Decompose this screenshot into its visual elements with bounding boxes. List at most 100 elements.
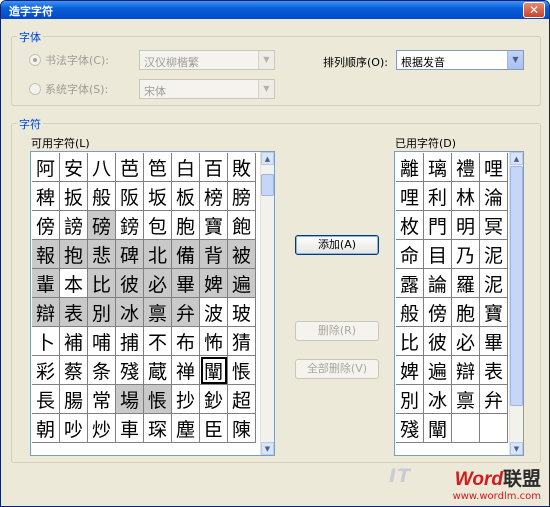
available-char-cell[interactable]: 超 <box>228 385 256 414</box>
available-char-cell[interactable]: 波 <box>200 298 228 327</box>
available-char-cell[interactable]: 吵 <box>60 414 88 443</box>
used-char-cell[interactable]: 目 <box>424 240 452 269</box>
used-char-cell[interactable]: 哩 <box>480 153 508 182</box>
used-char-cell[interactable]: 表 <box>480 356 508 385</box>
available-char-cell[interactable]: 別 <box>88 298 116 327</box>
used-char-cell[interactable]: 冥 <box>480 211 508 240</box>
available-char-cell[interactable]: 胞 <box>172 211 200 240</box>
title-bar[interactable]: 造字字符 ✕ <box>1 1 549 19</box>
used-char-cell[interactable]: 門 <box>424 211 452 240</box>
available-char-cell[interactable]: 炒 <box>88 414 116 443</box>
available-char-cell[interactable]: 扳 <box>60 182 88 211</box>
used-char-cell[interactable]: 別 <box>396 385 424 414</box>
available-char-cell[interactable]: 傍 <box>32 211 60 240</box>
available-char-cell[interactable]: 鎊 <box>116 211 144 240</box>
available-char-cell[interactable]: 安 <box>60 153 88 182</box>
available-char-cell[interactable]: 条 <box>88 356 116 385</box>
available-char-cell[interactable]: 表 <box>60 298 88 327</box>
available-char-cell[interactable]: 場 <box>116 385 144 414</box>
delete-button[interactable]: 删除(R) <box>295 321 379 341</box>
used-char-cell[interactable]: 哩 <box>396 182 424 211</box>
available-char-cell[interactable]: 般 <box>88 182 116 211</box>
available-char-cell[interactable]: 悲 <box>88 240 116 269</box>
scroll-down-icon[interactable]: ▼ <box>510 442 523 455</box>
used-char-cell[interactable]: 璃 <box>424 153 452 182</box>
available-char-cell[interactable]: 謗 <box>60 211 88 240</box>
available-char-cell[interactable]: 榜 <box>200 182 228 211</box>
available-char-cell[interactable]: 板 <box>172 182 200 211</box>
available-char-cell[interactable]: 抱 <box>60 240 88 269</box>
scroll-thumb[interactable] <box>510 166 523 406</box>
available-char-cell[interactable]: 蔡 <box>60 356 88 385</box>
used-char-cell[interactable]: 枚 <box>396 211 424 240</box>
available-chars-list[interactable]: 阿安八芭笆白百敗稗扳般阪坂板榜膀傍謗磅鎊包胞寶飽報抱悲碑北備背被輩本比彼必畢婢遍… <box>30 151 275 456</box>
available-char-cell[interactable]: 辯 <box>32 298 60 327</box>
available-char-cell[interactable]: 敗 <box>228 153 256 182</box>
available-char-cell[interactable]: 輩 <box>32 269 60 298</box>
used-char-cell[interactable]: 利 <box>424 182 452 211</box>
available-char-cell[interactable]: 弁 <box>172 298 200 327</box>
available-char-cell[interactable]: 碑 <box>116 240 144 269</box>
available-char-cell[interactable]: 不 <box>144 327 172 356</box>
available-char-cell[interactable]: 北 <box>144 240 172 269</box>
available-char-cell[interactable]: 笆 <box>144 153 172 182</box>
calligraphy-font-radio[interactable]: 书法字体(C): <box>29 52 109 68</box>
available-char-cell[interactable]: 常 <box>88 385 116 414</box>
available-char-cell[interactable]: 備 <box>172 240 200 269</box>
available-char-cell[interactable]: 殘 <box>116 356 144 385</box>
available-char-cell[interactable]: 長 <box>32 385 60 414</box>
available-char-cell[interactable]: 婢 <box>200 269 228 298</box>
used-char-cell[interactable]: 禮 <box>452 153 480 182</box>
available-char-cell[interactable]: 補 <box>60 327 88 356</box>
available-char-cell[interactable]: 怖 <box>200 327 228 356</box>
available-char-cell[interactable]: 陳 <box>228 414 256 443</box>
scroll-up-icon[interactable]: ▲ <box>510 152 523 165</box>
used-char-cell[interactable]: 林 <box>452 182 480 211</box>
available-char-cell[interactable]: 禀 <box>144 298 172 327</box>
available-char-cell[interactable]: 八 <box>88 153 116 182</box>
available-char-cell[interactable]: 卜 <box>32 327 60 356</box>
available-char-cell[interactable]: 包 <box>144 211 172 240</box>
available-char-cell[interactable]: 闡 <box>200 356 228 385</box>
available-char-cell[interactable]: 報 <box>32 240 60 269</box>
available-char-cell[interactable]: 玻 <box>228 298 256 327</box>
available-char-cell[interactable]: 朝 <box>32 414 60 443</box>
available-char-cell[interactable]: 背 <box>200 240 228 269</box>
used-char-cell[interactable]: 命 <box>396 240 424 269</box>
used-char-cell[interactable]: 殘 <box>396 414 424 443</box>
used-char-cell[interactable]: 論 <box>424 269 452 298</box>
available-char-cell[interactable]: 猜 <box>228 327 256 356</box>
available-char-cell[interactable]: 捕 <box>116 327 144 356</box>
available-char-cell[interactable]: 悵 <box>228 356 256 385</box>
delete-all-button[interactable]: 全部删除(V) <box>295 359 379 379</box>
used-char-cell[interactable]: 泥 <box>480 240 508 269</box>
used-char-cell[interactable]: 乃 <box>452 240 480 269</box>
available-char-cell[interactable]: 坂 <box>144 182 172 211</box>
used-char-cell[interactable]: 闡 <box>424 414 452 443</box>
available-char-cell[interactable]: 阿 <box>32 153 60 182</box>
available-char-cell[interactable]: 臣 <box>200 414 228 443</box>
used-char-cell[interactable]: 羅 <box>452 269 480 298</box>
available-char-cell[interactable]: 芭 <box>116 153 144 182</box>
available-char-cell[interactable]: 稗 <box>32 182 60 211</box>
used-char-cell[interactable]: 婢 <box>396 356 424 385</box>
available-char-cell[interactable]: 車 <box>116 414 144 443</box>
used-char-cell[interactable]: 露 <box>396 269 424 298</box>
system-font-select[interactable]: 宋体 ▼ <box>139 79 275 99</box>
available-char-cell[interactable]: 畢 <box>172 269 200 298</box>
system-font-radio[interactable]: 系统字体(S): <box>29 81 108 97</box>
sort-order-select[interactable]: 根据发音 ▼ <box>396 50 524 70</box>
available-char-cell[interactable]: 飽 <box>228 211 256 240</box>
used-char-cell[interactable]: 冰 <box>424 385 452 414</box>
available-char-cell[interactable]: 必 <box>144 269 172 298</box>
used-char-cell[interactable]: 彼 <box>424 327 452 356</box>
scroll-up-icon[interactable]: ▲ <box>261 152 274 165</box>
used-char-cell[interactable]: 比 <box>396 327 424 356</box>
available-char-cell[interactable]: 寶 <box>200 211 228 240</box>
used-char-cell[interactable]: 明 <box>452 211 480 240</box>
available-char-cell[interactable]: 彼 <box>116 269 144 298</box>
available-char-cell[interactable]: 白 <box>172 153 200 182</box>
close-button[interactable]: ✕ <box>523 2 545 18</box>
scroll-down-icon[interactable]: ▼ <box>261 442 274 455</box>
available-char-cell[interactable]: 膀 <box>228 182 256 211</box>
